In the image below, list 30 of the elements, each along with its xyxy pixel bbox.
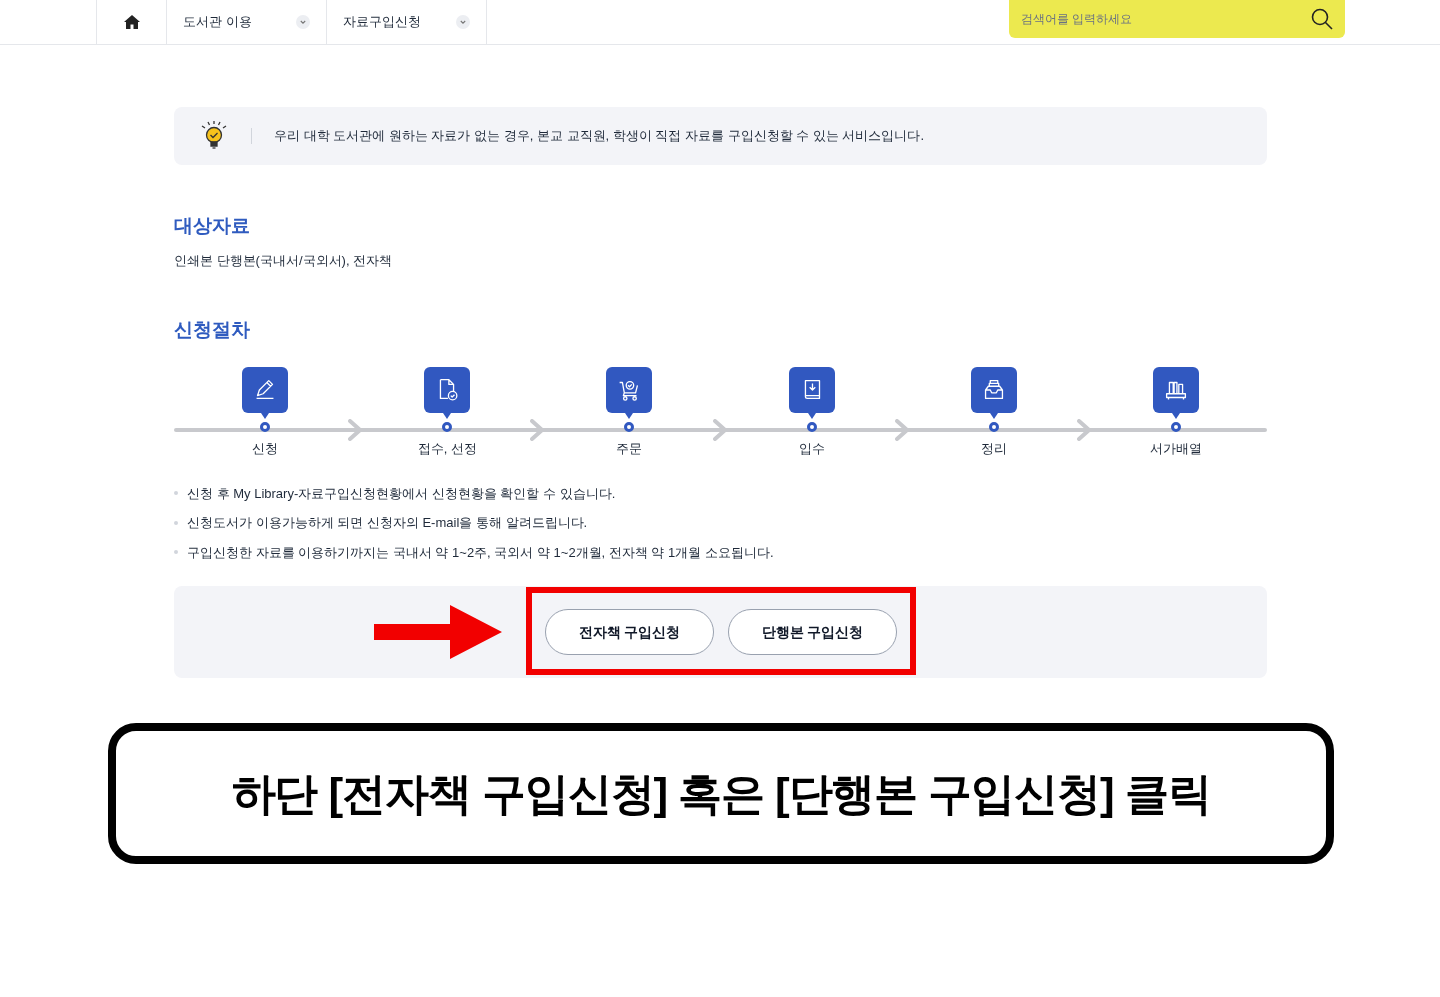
notice-text: 우리 대학 도서관에 원하는 자료가 없는 경우, 본교 교직원, 학생이 직접 자료를 구입신청할 수 있는 서비스입니다. bbox=[274, 127, 924, 146]
step-label: 접수, 선정 bbox=[417, 439, 477, 458]
note-text: 신청 후 My Library-자료구입신청현황에서 신청현황을 확인할 수 있습니다. bbox=[187, 484, 616, 503]
step-label: 입수 bbox=[798, 439, 825, 458]
chevron-down-icon bbox=[296, 15, 310, 29]
home-button[interactable] bbox=[96, 0, 167, 44]
note-text: 구입신청한 자료를 이용하기까지는 국내서 약 1~2주, 국외서 약 1~2개월, 전자책 약 1개월 소요됩니다. bbox=[187, 543, 774, 562]
bullet-icon bbox=[174, 491, 178, 496]
section-heading: 신청절차 bbox=[174, 317, 251, 342]
arrow-icon bbox=[374, 605, 502, 659]
search-icon[interactable] bbox=[1311, 8, 1333, 30]
caption-text: 하단 [전자책 구입신청] 혹은 [단행본 구입신청] 클릭 bbox=[231, 767, 1211, 820]
section-heading: 대상자료 bbox=[174, 214, 251, 238]
nav-menu[interactable]: 도서관 이용 bbox=[167, 0, 327, 44]
chevron-down-icon bbox=[456, 15, 470, 29]
note-text: 신청도서가 이용가능하게 되면 신청자의 E-mail을 통해 알려드립니다. bbox=[187, 514, 588, 532]
search-input[interactable]: 검색어를 입력하세요 bbox=[1021, 10, 1311, 28]
nav-menu[interactable]: 자료구입신청 bbox=[327, 0, 487, 44]
purchase-request-button[interactable]: 전자책 구입신청 bbox=[545, 609, 714, 655]
step-label: 서가배열 bbox=[1149, 439, 1202, 458]
bullet-icon bbox=[174, 520, 178, 525]
target-text: 인쇄본 단행본(국내서/국외서), 전자책 bbox=[174, 252, 394, 270]
search-field[interactable]: 검색어를 입력하세요 bbox=[1009, 0, 1345, 38]
step-label: 신청 bbox=[252, 439, 279, 458]
step-label: 정리 bbox=[980, 439, 1007, 458]
bullet-icon bbox=[174, 550, 178, 555]
lightbulb-icon bbox=[199, 120, 229, 152]
home-icon bbox=[123, 15, 140, 29]
purchase-request-button[interactable]: 단행본 구입신청 bbox=[728, 609, 897, 655]
step-label: 주문 bbox=[616, 439, 643, 458]
